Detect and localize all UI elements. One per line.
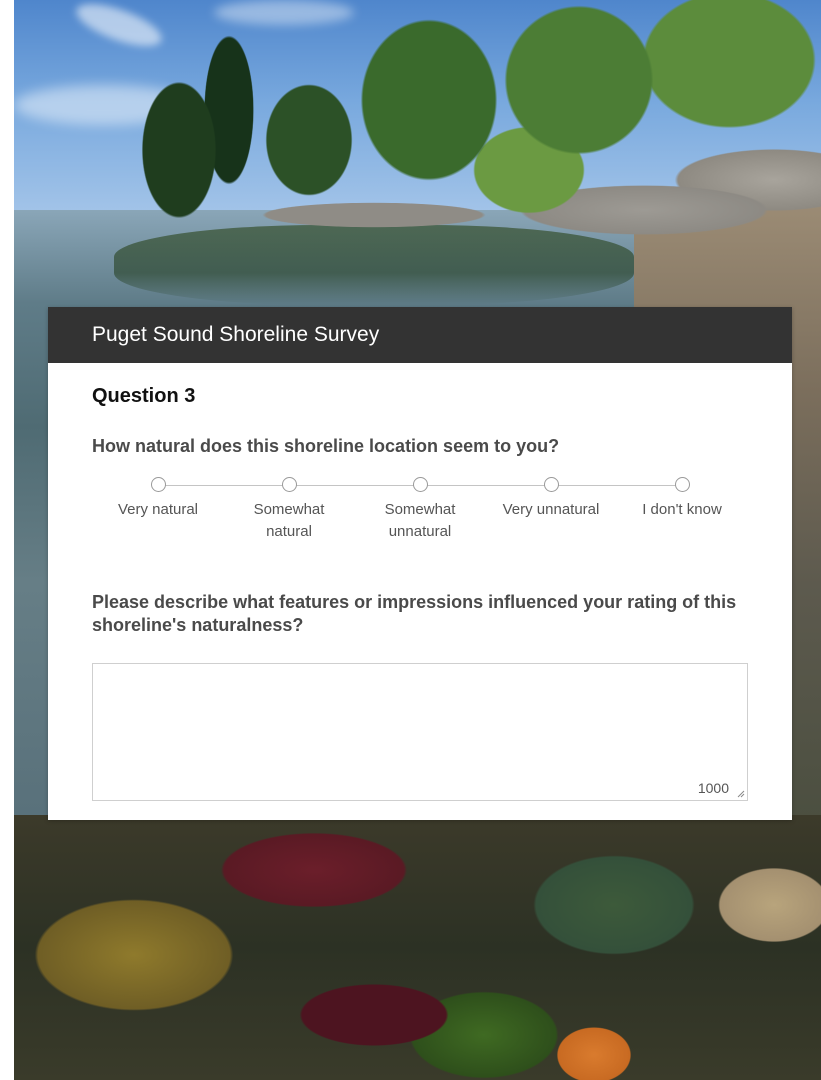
followup-prompt: Please describe what features or impress…: [92, 592, 737, 635]
survey-card: Puget Sound Shoreline Survey Question 3 …: [48, 307, 792, 820]
option-very-natural[interactable]: Very natural: [103, 477, 213, 521]
left-margin: [0, 0, 14, 1080]
option-somewhat-unnatural[interactable]: Somewhat unnatural: [365, 477, 475, 543]
survey-title: Puget Sound Shoreline Survey: [92, 323, 380, 346]
option-label: Very natural: [117, 501, 199, 518]
option-label: Somewhat unnatural: [384, 501, 456, 540]
response-textarea-container: 1000: [92, 663, 748, 801]
radio-button[interactable]: [281, 477, 297, 492]
radio-button[interactable]: [674, 477, 690, 492]
option-very-unnatural[interactable]: Very unnatural: [496, 477, 606, 521]
char-limit-counter: 1000: [697, 780, 729, 796]
option-somewhat-natural[interactable]: Somewhat natural: [234, 477, 344, 543]
radio-button[interactable]: [543, 477, 559, 492]
question-prompt: How natural does this shoreline location…: [92, 436, 560, 456]
likert-scale: Very natural Somewhat natural Somewhat u…: [92, 477, 748, 557]
seaweed-foreground: [14, 815, 821, 1080]
response-textarea[interactable]: [93, 664, 747, 800]
survey-body: Question 3 How natural does this shoreli…: [48, 385, 792, 801]
question-number: Question 3: [92, 385, 196, 407]
option-dont-know[interactable]: I don't know: [627, 477, 737, 521]
resize-grip-icon[interactable]: [737, 790, 745, 798]
option-label: Somewhat natural: [253, 501, 325, 540]
radio-button[interactable]: [412, 477, 428, 492]
trees: [109, 0, 821, 225]
survey-header: Puget Sound Shoreline Survey: [48, 307, 792, 363]
option-label: I don't know: [642, 501, 722, 518]
option-label: Very unnatural: [502, 501, 600, 518]
radio-button[interactable]: [150, 477, 166, 492]
